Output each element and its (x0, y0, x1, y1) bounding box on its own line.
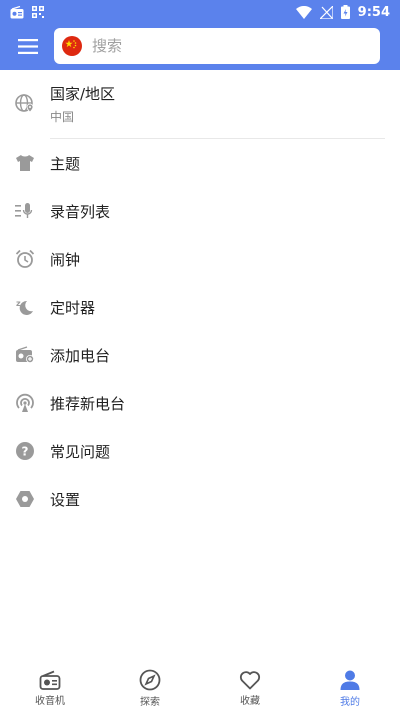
nav-label: 探索 (140, 696, 160, 708)
menu-item-faq[interactable]: ? 常见问题 (0, 427, 400, 475)
menu-item-recommend-station[interactable]: 推荐新电台 (0, 379, 400, 427)
battery-icon (340, 5, 350, 19)
app-header (0, 26, 400, 66)
tshirt-icon (15, 153, 35, 173)
menu-item-settings[interactable]: 设置 (0, 475, 400, 523)
svg-text:?: ? (22, 445, 29, 459)
nav-favorites[interactable]: 收藏 (200, 664, 300, 712)
menu-item-label: 主题 (50, 154, 81, 173)
nav-radio[interactable]: 收音机 (0, 664, 100, 712)
menu-item-recordings[interactable]: 录音列表 (0, 187, 400, 235)
top-bar: 9:54 (0, 0, 400, 70)
nav-label: 收音机 (35, 695, 65, 707)
menu-item-theme[interactable]: 主题 (0, 139, 400, 187)
nav-explore[interactable]: 探索 (100, 664, 200, 712)
menu-item-add-station[interactable]: 添加电台 (0, 331, 400, 379)
menu-item-timer[interactable]: z 定时器 (0, 283, 400, 331)
wifi-icon (295, 5, 312, 19)
alarm-clock-icon (15, 249, 35, 269)
help-icon: ? (15, 441, 35, 461)
hamburger-icon (18, 38, 38, 54)
bottom-nav: 收音机 探索 收藏 我的 (0, 664, 400, 712)
qr-notification-icon (32, 6, 44, 18)
menu-button[interactable] (8, 26, 48, 66)
compass-icon (139, 669, 161, 690)
menu-item-label: 推荐新电台 (50, 394, 126, 413)
nav-label: 我的 (340, 696, 360, 708)
add-radio-icon (15, 345, 35, 365)
globe-pin-icon (15, 94, 35, 114)
nav-mine[interactable]: 我的 (300, 664, 400, 712)
menu-item-label: 录音列表 (50, 202, 111, 221)
menu-item-label: 定时器 (50, 298, 96, 317)
radio-notification-icon (10, 5, 24, 18)
settings-icon (15, 489, 35, 509)
menu-item-label: 常见问题 (50, 442, 111, 461)
menu-item-label: 设置 (50, 490, 81, 509)
no-signal-icon (319, 5, 333, 19)
heart-icon (239, 670, 261, 689)
region-title: 国家/地区 (50, 85, 116, 103)
menu-item-label: 添加电台 (50, 346, 111, 365)
region-selector[interactable]: 国家/地区 中国 (0, 70, 400, 138)
region-value: 中国 (50, 110, 75, 124)
mic-list-icon (15, 201, 35, 221)
search-input[interactable] (92, 37, 372, 55)
settings-list: 国家/地区 中国 主题 录音列表 闹钟 z 定时器 添加电台 推荐新电台 ? 常… (0, 70, 400, 523)
search-box[interactable] (54, 28, 380, 64)
nav-label: 收藏 (240, 695, 260, 707)
menu-item-label: 闹钟 (50, 250, 81, 269)
broadcast-icon (15, 393, 35, 413)
person-icon (340, 670, 360, 690)
status-bar: 9:54 (0, 0, 400, 24)
china-flag-icon[interactable] (62, 36, 82, 56)
sleep-timer-icon: z (15, 297, 35, 317)
status-time: 9:54 (357, 4, 390, 20)
menu-item-alarm[interactable]: 闹钟 (0, 235, 400, 283)
svg-text:z: z (16, 299, 21, 308)
radio-icon (39, 670, 61, 690)
